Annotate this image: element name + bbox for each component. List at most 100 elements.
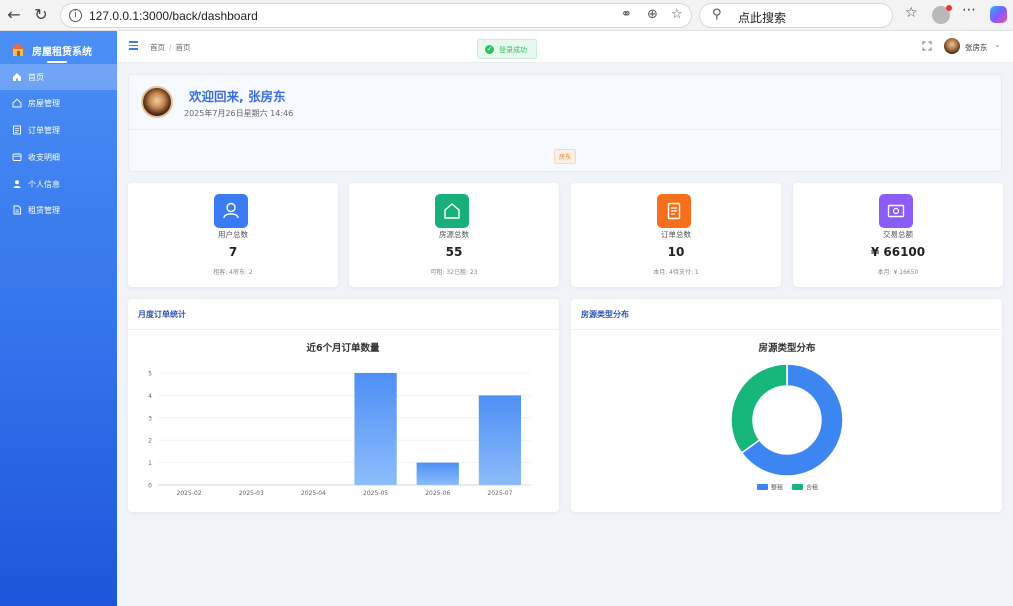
y-tick-label: 0 — [148, 483, 152, 490]
stat-card-orders: 订单总数 10 本月: 4待支付: 1 — [571, 183, 781, 287]
monthly-orders-card: 月度订单统计 近6个月订单数量 0 1 2 3 4 5 2025-02 2025-03 2025… — [128, 299, 559, 512]
card-title: 房源类型分布 — [581, 310, 629, 319]
browser-search-box[interactable]: ⚲ 点此搜索 — [699, 3, 893, 28]
sidebar-item-home[interactable]: 首页 — [0, 64, 117, 90]
favorites-icon[interactable]: ☆ — [905, 5, 918, 21]
legend-label[interactable]: 整租 — [771, 484, 783, 492]
bar-2025-06[interactable] — [416, 462, 459, 485]
card-header: 房源类型分布 — [571, 299, 1002, 330]
sidebar-item-label: 首页 — [28, 73, 44, 82]
house-icon — [444, 203, 460, 219]
sidebar-item-lease-management[interactable]: 租赁管理 — [0, 197, 117, 223]
sidebar-item-label: 订单管理 — [28, 126, 60, 135]
bar-2025-07[interactable] — [478, 395, 522, 485]
sidebar-item-order-management[interactable]: 订单管理 — [0, 117, 117, 143]
x-tick-label: 2025-04 — [301, 490, 326, 497]
x-tick-label: 2025-06 — [425, 490, 450, 497]
profile-icon[interactable] — [932, 5, 952, 24]
welcome-card: 欢迎回来, 张房东 2025年7月26日星期六 14:46 房东 — [128, 74, 1002, 172]
stat-icon-box — [214, 194, 248, 228]
toast-text: 登录成功 — [499, 46, 527, 54]
zoom-icon[interactable]: ⊕ — [647, 7, 658, 22]
welcome-avatar — [141, 86, 173, 118]
stat-card-houses: 房源总数 55 可租: 32已租: 23 — [349, 183, 559, 287]
stat-value: 10 — [667, 245, 685, 259]
money-icon — [887, 204, 905, 218]
back-arrow-icon[interactable]: ← — [3, 4, 25, 26]
legend-swatch[interactable] — [792, 484, 803, 490]
order-icon — [13, 125, 21, 135]
site-info-icon[interactable]: i — [69, 9, 82, 22]
stat-icon-box — [657, 194, 691, 228]
breadcrumb-item[interactable]: 首页 — [150, 43, 165, 52]
sidebar-item-finance-details[interactable]: 收支明细 — [0, 144, 117, 170]
welcome-datetime: 2025年7月26日星期六 14:46 — [184, 109, 294, 118]
donut-slice-1[interactable] — [730, 363, 788, 454]
search-icon: ⚲ — [712, 7, 722, 22]
home-icon — [13, 73, 21, 81]
sidebar-item-house-management[interactable]: 房屋管理 — [0, 90, 117, 116]
y-tick-label: 5 — [148, 371, 152, 378]
stat-card-revenue: 交易总额 ¥ 66100 本月: ¥ 16650 — [793, 183, 1003, 287]
donut-chart: 房源类型分布 整租 合租 — [730, 342, 844, 492]
stat-label: 用户总数 — [218, 230, 248, 239]
avatar[interactable] — [944, 38, 960, 54]
favorite-star-icon[interactable]: ☆ — [671, 7, 683, 22]
house-type-card: 房源类型分布 房源类型分布 整租 合租 — [571, 299, 1002, 512]
browser-toolbar: ← ↻ i 127.0.0.1:3000/back/dashboard ⚭ ⊕ … — [0, 0, 1013, 31]
chart-title: 房源类型分布 — [758, 342, 816, 354]
breadcrumb-item: 首页 — [175, 43, 191, 52]
stat-icon-box — [435, 194, 469, 228]
legend-label[interactable]: 合租 — [806, 484, 818, 492]
role-tag: 房东 — [554, 149, 577, 164]
chart-title: 近6个月订单数量 — [306, 342, 380, 354]
menu-toggle-icon[interactable] — [129, 41, 138, 50]
breadcrumb: 首页 / 首页 — [150, 43, 191, 52]
sidebar-item-label: 收支明细 — [28, 153, 60, 162]
y-tick-label: 3 — [148, 415, 152, 422]
x-tick-label: 2025-05 — [363, 490, 388, 497]
stat-label: 房源总数 — [439, 230, 469, 239]
sidebar-item-profile[interactable]: 个人信息 — [0, 171, 117, 197]
sidebar-item-label: 个人信息 — [28, 180, 60, 189]
stat-card-users: 用户总数 7 租客: 4房东: 2 — [128, 183, 338, 287]
stat-subtext: 租客: 4房东: 2 — [213, 269, 253, 276]
brand-underline — [47, 61, 67, 63]
address-url: 127.0.0.1:3000/back/dashboard — [89, 9, 258, 23]
user-icon — [13, 180, 21, 188]
more-icon[interactable]: ⋯ — [962, 2, 976, 18]
bar-2025-05[interactable] — [354, 373, 397, 485]
card-header: 月度订单统计 — [128, 299, 559, 330]
sidebar: 房屋租赁系统 首页 房屋管理 订单管理 收支明细 个人信息 租赁管理 — [0, 31, 117, 606]
stat-subtext: 本月: ¥ 16650 — [877, 269, 919, 276]
card-title: 月度订单统计 — [138, 310, 186, 319]
sidebar-item-label: 租赁管理 — [28, 206, 60, 215]
user-icon — [223, 202, 239, 219]
reload-icon[interactable]: ↻ — [30, 4, 52, 26]
stat-value: ¥ 66100 — [870, 245, 926, 259]
stat-value: 7 — [228, 245, 238, 259]
welcome-title: 欢迎回来, 张房东 — [189, 89, 286, 104]
stat-label: 交易总额 — [883, 230, 913, 239]
legend-swatch[interactable] — [757, 484, 768, 490]
x-tick-label: 2025-03 — [239, 490, 264, 497]
address-bar[interactable]: i 127.0.0.1:3000/back/dashboard ⚭ ⊕ ☆ — [60, 3, 692, 28]
header-username[interactable]: 张房东 — [965, 42, 988, 53]
browser-search-placeholder: 点此搜索 — [738, 11, 787, 25]
check-circle-icon: ✓ — [485, 45, 494, 54]
bar-chart: 近6个月订单数量 0 1 2 3 4 5 2025-02 2025-03 2025-04 2025… — [148, 342, 531, 497]
y-tick-label: 1 — [148, 460, 152, 467]
stat-icon-box — [879, 194, 913, 228]
stat-label: 订单总数 — [661, 230, 691, 239]
fullscreen-icon[interactable] — [922, 41, 932, 51]
x-tick-label: 2025-07 — [487, 490, 512, 497]
x-tick-label: 2025-02 — [177, 490, 202, 497]
copilot-icon[interactable] — [990, 6, 1007, 23]
chevron-down-icon[interactable]: ⌄ — [994, 40, 1001, 49]
order-icon — [667, 202, 681, 220]
stat-subtext: 可租: 32已租: 23 — [430, 269, 478, 276]
y-tick-label: 4 — [148, 393, 152, 400]
key-icon[interactable]: ⚭ — [621, 7, 632, 22]
document-icon — [13, 205, 21, 215]
house-icon — [12, 98, 22, 108]
